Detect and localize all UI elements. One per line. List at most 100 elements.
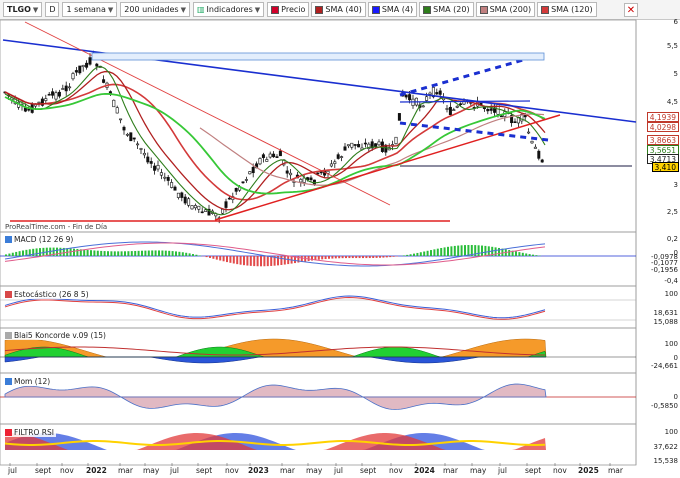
macd-histogram-bar xyxy=(11,252,14,256)
watermark: ProRealTime.com - Fin de Día xyxy=(5,223,108,231)
candle-body xyxy=(278,150,282,157)
macd-histogram-bar xyxy=(39,248,41,256)
macd-histogram-bar xyxy=(124,251,126,256)
time-axis-label: nov xyxy=(553,466,567,475)
candle-body xyxy=(68,86,72,89)
koncorde-color-swatch xyxy=(5,332,12,339)
macd-histogram-bar xyxy=(8,253,11,256)
macd-histogram-bar xyxy=(270,256,273,266)
macd-histogram-bar xyxy=(481,245,483,256)
candle-body xyxy=(71,73,75,80)
macd-histogram-bar xyxy=(389,256,392,258)
candle-body xyxy=(204,209,208,212)
macd-histogram-bar xyxy=(409,254,412,256)
candle-body xyxy=(408,94,412,101)
time-axis-label: jul xyxy=(334,466,343,475)
macd-histogram-bar xyxy=(90,250,92,256)
macd-histogram-bar xyxy=(263,256,266,267)
time-axis-label: may xyxy=(470,466,487,475)
macd-histogram-bar xyxy=(331,256,334,259)
candle-body xyxy=(146,156,150,163)
macd-histogram-bar xyxy=(93,250,96,256)
macd-histogram-bar xyxy=(532,254,534,256)
macd-histogram-bar xyxy=(212,256,215,259)
macd-histogram-bar xyxy=(450,246,453,256)
macd-histogram-bar xyxy=(86,249,89,256)
candle-body xyxy=(200,211,204,214)
stoch-color-swatch xyxy=(5,291,12,298)
macd-histogram-bar xyxy=(5,254,7,256)
time-axis-label: nov xyxy=(389,466,403,475)
axis-tick-label: 6 xyxy=(673,18,678,26)
macd-histogram-bar xyxy=(464,245,466,256)
koncorde-panel-label: Blai5 Koncorde v.09 (15) xyxy=(3,331,108,340)
candle-body xyxy=(394,136,398,144)
candle-body xyxy=(289,172,293,176)
macd-histogram-bar xyxy=(457,245,460,256)
axis-tick-label: -24,661 xyxy=(650,362,678,370)
mom-color-swatch xyxy=(5,378,12,385)
macd-histogram-bar xyxy=(508,249,511,256)
candle-body xyxy=(397,113,401,121)
axis-tick-label: 0 xyxy=(673,393,678,401)
time-axis-label: 2025 xyxy=(578,466,599,475)
macd-histogram-bar xyxy=(181,252,184,256)
macd-histogram-bar xyxy=(338,256,341,259)
candle-body xyxy=(343,146,347,151)
price-tag: 4,0298 xyxy=(646,122,679,132)
time-axis-label: may xyxy=(143,466,160,475)
macd-histogram-bar xyxy=(528,254,531,256)
macd-histogram-bar xyxy=(243,256,245,266)
resistance-zone xyxy=(91,52,545,61)
candle-body xyxy=(459,103,463,106)
panel-frame xyxy=(0,372,637,425)
candle-body xyxy=(482,107,486,110)
macd-histogram-bar xyxy=(351,256,354,259)
candle-body xyxy=(533,146,537,149)
candle-body xyxy=(404,94,408,98)
macd-histogram-bar xyxy=(22,250,24,256)
candle-body xyxy=(173,186,177,191)
candle-body xyxy=(51,91,55,96)
macd-color-swatch xyxy=(5,236,12,243)
axis-tick-label: 15,538 xyxy=(653,457,679,465)
macd-histogram-bar xyxy=(484,245,487,256)
candle-body xyxy=(258,158,262,165)
macd-histogram-bar xyxy=(198,255,201,256)
macd-histogram-bar xyxy=(518,252,521,256)
macd-histogram-bar xyxy=(535,255,538,256)
macd-histogram-bar xyxy=(130,251,133,256)
axis-tick-label: -0,4 xyxy=(664,277,678,285)
candle-body xyxy=(159,172,163,176)
candle-body xyxy=(170,182,174,188)
candle-body xyxy=(309,177,313,181)
macd-histogram-bar xyxy=(151,250,154,256)
macd-histogram-bar xyxy=(56,247,58,256)
trendline-support xyxy=(214,114,561,221)
chart-canvas[interactable] xyxy=(0,0,680,478)
candle-body xyxy=(112,99,116,108)
macd-histogram-bar xyxy=(147,250,150,256)
macd-histogram-bar xyxy=(226,256,228,263)
macd-histogram-bar xyxy=(83,249,86,256)
candle-body xyxy=(180,192,184,198)
candle-body xyxy=(125,133,129,136)
macd-histogram-bar xyxy=(283,256,286,265)
candle-body xyxy=(285,170,289,174)
candle-body xyxy=(136,143,140,146)
candle-body xyxy=(527,131,531,134)
candle-body xyxy=(251,166,255,174)
candle-body xyxy=(452,109,456,111)
candle-body xyxy=(425,96,429,101)
macd-histogram-bar xyxy=(358,256,361,259)
macd-histogram-bar xyxy=(144,250,147,256)
candle-body xyxy=(74,70,78,73)
macd-histogram-bar xyxy=(426,250,429,256)
candle-body xyxy=(499,115,503,118)
axis-tick-label: -0,5850 xyxy=(650,402,678,410)
macd-histogram-bar xyxy=(413,253,415,256)
macd-histogram-bar xyxy=(229,256,232,263)
macd-histogram-bar xyxy=(175,251,177,256)
candle-body xyxy=(183,196,187,204)
time-axis-label: mar xyxy=(280,466,295,475)
